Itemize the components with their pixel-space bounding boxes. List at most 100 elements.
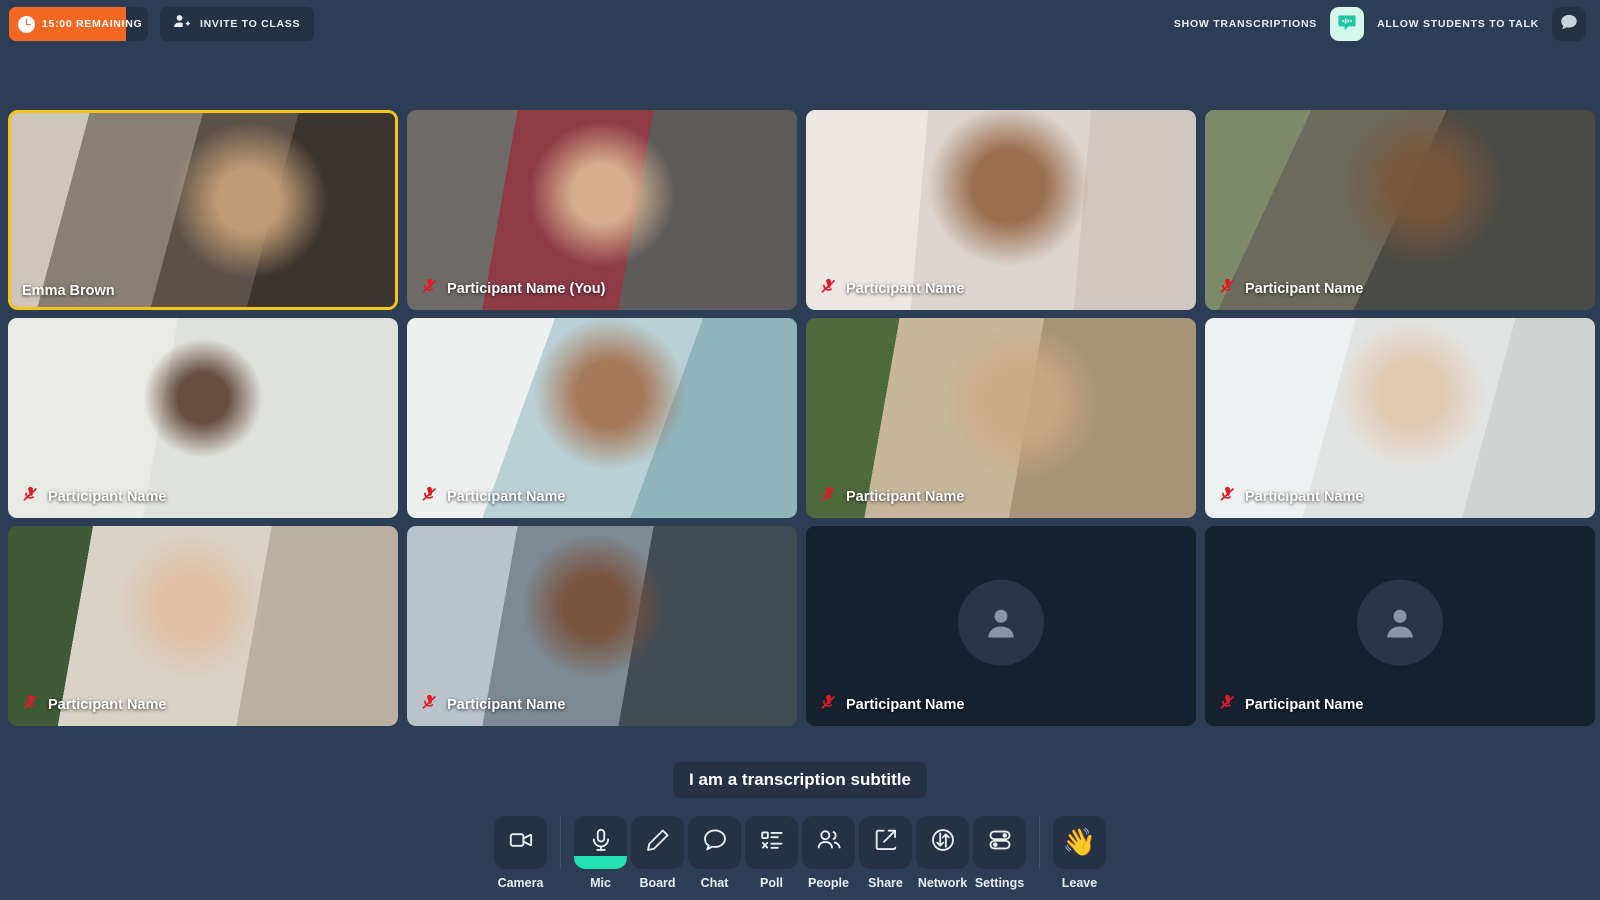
participant-tile[interactable]: Emma Brown [8,110,398,310]
toolbar-button-camera[interactable]: Camera [494,816,547,890]
mic-muted-icon [22,694,39,716]
toolbar-button-mic[interactable]: Mic [574,816,627,890]
participant-label: Participant Name [820,486,964,508]
participant-tile[interactable]: Participant Name [407,318,797,518]
toolbar-button-board[interactable]: Board [631,816,684,890]
share-icon-box [859,816,912,869]
poll-icon [759,827,785,858]
people-icon-box [802,816,855,869]
transcription-subtitle: I am a transcription subtitle [673,762,927,798]
participant-tile[interactable]: Participant Name [8,526,398,726]
avatar-placeholder-icon [1357,579,1443,666]
participant-tile[interactable]: Participant Name [806,318,1196,518]
participant-label: Participant Name [1219,694,1363,716]
participant-name: Participant Name [846,697,965,713]
allow-students-to-talk-label[interactable]: ALLOW STUDENTS TO TALK [1377,18,1539,30]
participant-name: Emma Brown [22,283,115,299]
toolbar-label: People [808,876,849,890]
network-icon-box [916,816,969,869]
clock-icon [18,15,35,33]
participant-name: Participant Name [1245,697,1364,713]
chat-icon-box [688,816,741,869]
toolbar-label: Poll [760,876,783,890]
participant-label: Participant Name (You) [421,278,605,300]
settings-icon-box [973,816,1026,869]
video-classroom-app: 15:00 REMAINING INVITE TO CLASS SHOW TRA… [0,0,1600,900]
show-transcriptions-toggle[interactable] [1330,7,1365,41]
participant-name: Participant Name [447,489,566,505]
invite-to-class-button[interactable]: INVITE TO CLASS [160,7,315,41]
participant-tile[interactable]: Participant Name (You) [407,110,797,310]
participant-video-feed [11,113,395,307]
share-icon [873,827,899,858]
participant-label: Emma Brown [22,283,115,299]
mic-muted-icon [1219,278,1236,300]
mic-muted-icon [421,486,438,508]
participant-label: Participant Name [820,278,964,300]
allow-students-to-talk-toggle[interactable] [1552,7,1586,41]
participant-tile[interactable]: Participant Name [8,318,398,518]
participant-tile[interactable]: Participant Name [1205,318,1595,518]
participant-label: Participant Name [1219,278,1363,300]
toolbar-divider [560,816,561,869]
top-bar-left-group: 15:00 REMAINING INVITE TO CLASS [0,7,315,41]
mic-muted-icon [1219,486,1236,508]
toolbar-button-share[interactable]: Share [859,816,912,890]
mic-muted-icon [22,486,39,508]
participant-tile[interactable]: Participant Name [407,526,797,726]
participant-tile[interactable]: Participant Name [806,110,1196,310]
mic-muted-icon [421,694,438,716]
mic-muted-icon [820,694,837,716]
participant-name: Participant Name [1245,281,1364,297]
camera-icon-box [494,816,547,869]
toolbar-label: Chat [700,876,729,890]
participant-label: Participant Name [22,694,166,716]
toolbar-label: Board [639,876,676,890]
participant-name: Participant Name [447,697,566,713]
avatar-placeholder-icon [958,579,1044,666]
participant-name: Participant Name [1245,489,1364,505]
meeting-toolbar: Camera Mic Board Chat Poll People Share … [494,816,1106,890]
participant-label: Participant Name [820,694,964,716]
toolbar-label: Settings [974,876,1025,890]
participant-tile[interactable]: Participant Name [806,526,1196,726]
mic-icon [588,827,614,858]
show-transcriptions-label[interactable]: SHOW TRANSCRIPTIONS [1174,18,1317,30]
participant-name: Participant Name [48,697,167,713]
people-icon [816,827,842,858]
invite-to-class-label: INVITE TO CLASS [200,18,301,30]
chat-icon [702,827,728,858]
poll-icon-box [745,816,798,869]
toolbar-button-people[interactable]: People [802,816,855,890]
pencil-icon [645,827,671,858]
toolbar-button-network[interactable]: Network [916,816,969,890]
wave-hand-icon: 👋 [1062,827,1097,857]
toolbar-divider [1039,816,1040,869]
mic-icon-box [574,816,627,869]
settings-icon [987,827,1013,858]
pencil-icon-box [631,816,684,869]
toolbar-label: Network [917,876,968,890]
participant-label: Participant Name [22,486,166,508]
add-person-icon [172,12,191,36]
wave-hand-icon-box: 👋 [1053,816,1106,869]
camera-icon [508,827,534,858]
top-bar-right-group: SHOW TRANSCRIPTIONS ALLOW STUDENTS TO TA… [1174,7,1600,41]
toolbar-label: Mic [590,876,611,890]
toolbar-button-leave[interactable]: 👋 Leave [1053,816,1106,890]
participant-name: Participant Name (You) [447,281,606,297]
participant-tile[interactable]: Participant Name [1205,526,1595,726]
toolbar-button-chat[interactable]: Chat [688,816,741,890]
speech-bubble-icon [1559,12,1579,37]
toolbar-label: Leave [1061,876,1098,890]
participant-tile[interactable]: Participant Name [1205,110,1595,310]
toolbar-button-poll[interactable]: Poll [745,816,798,890]
timer-label: 15:00 REMAINING [42,18,143,30]
participant-label: Participant Name [421,694,565,716]
participant-grid: Emma Brown Participant Name (You) Partic… [8,110,1595,730]
network-icon [930,827,956,858]
participant-name: Participant Name [846,489,965,505]
toolbar-button-settings[interactable]: Settings [973,816,1026,890]
toolbar-label: Share [868,876,903,890]
timer-content: 15:00 REMAINING [9,15,143,33]
